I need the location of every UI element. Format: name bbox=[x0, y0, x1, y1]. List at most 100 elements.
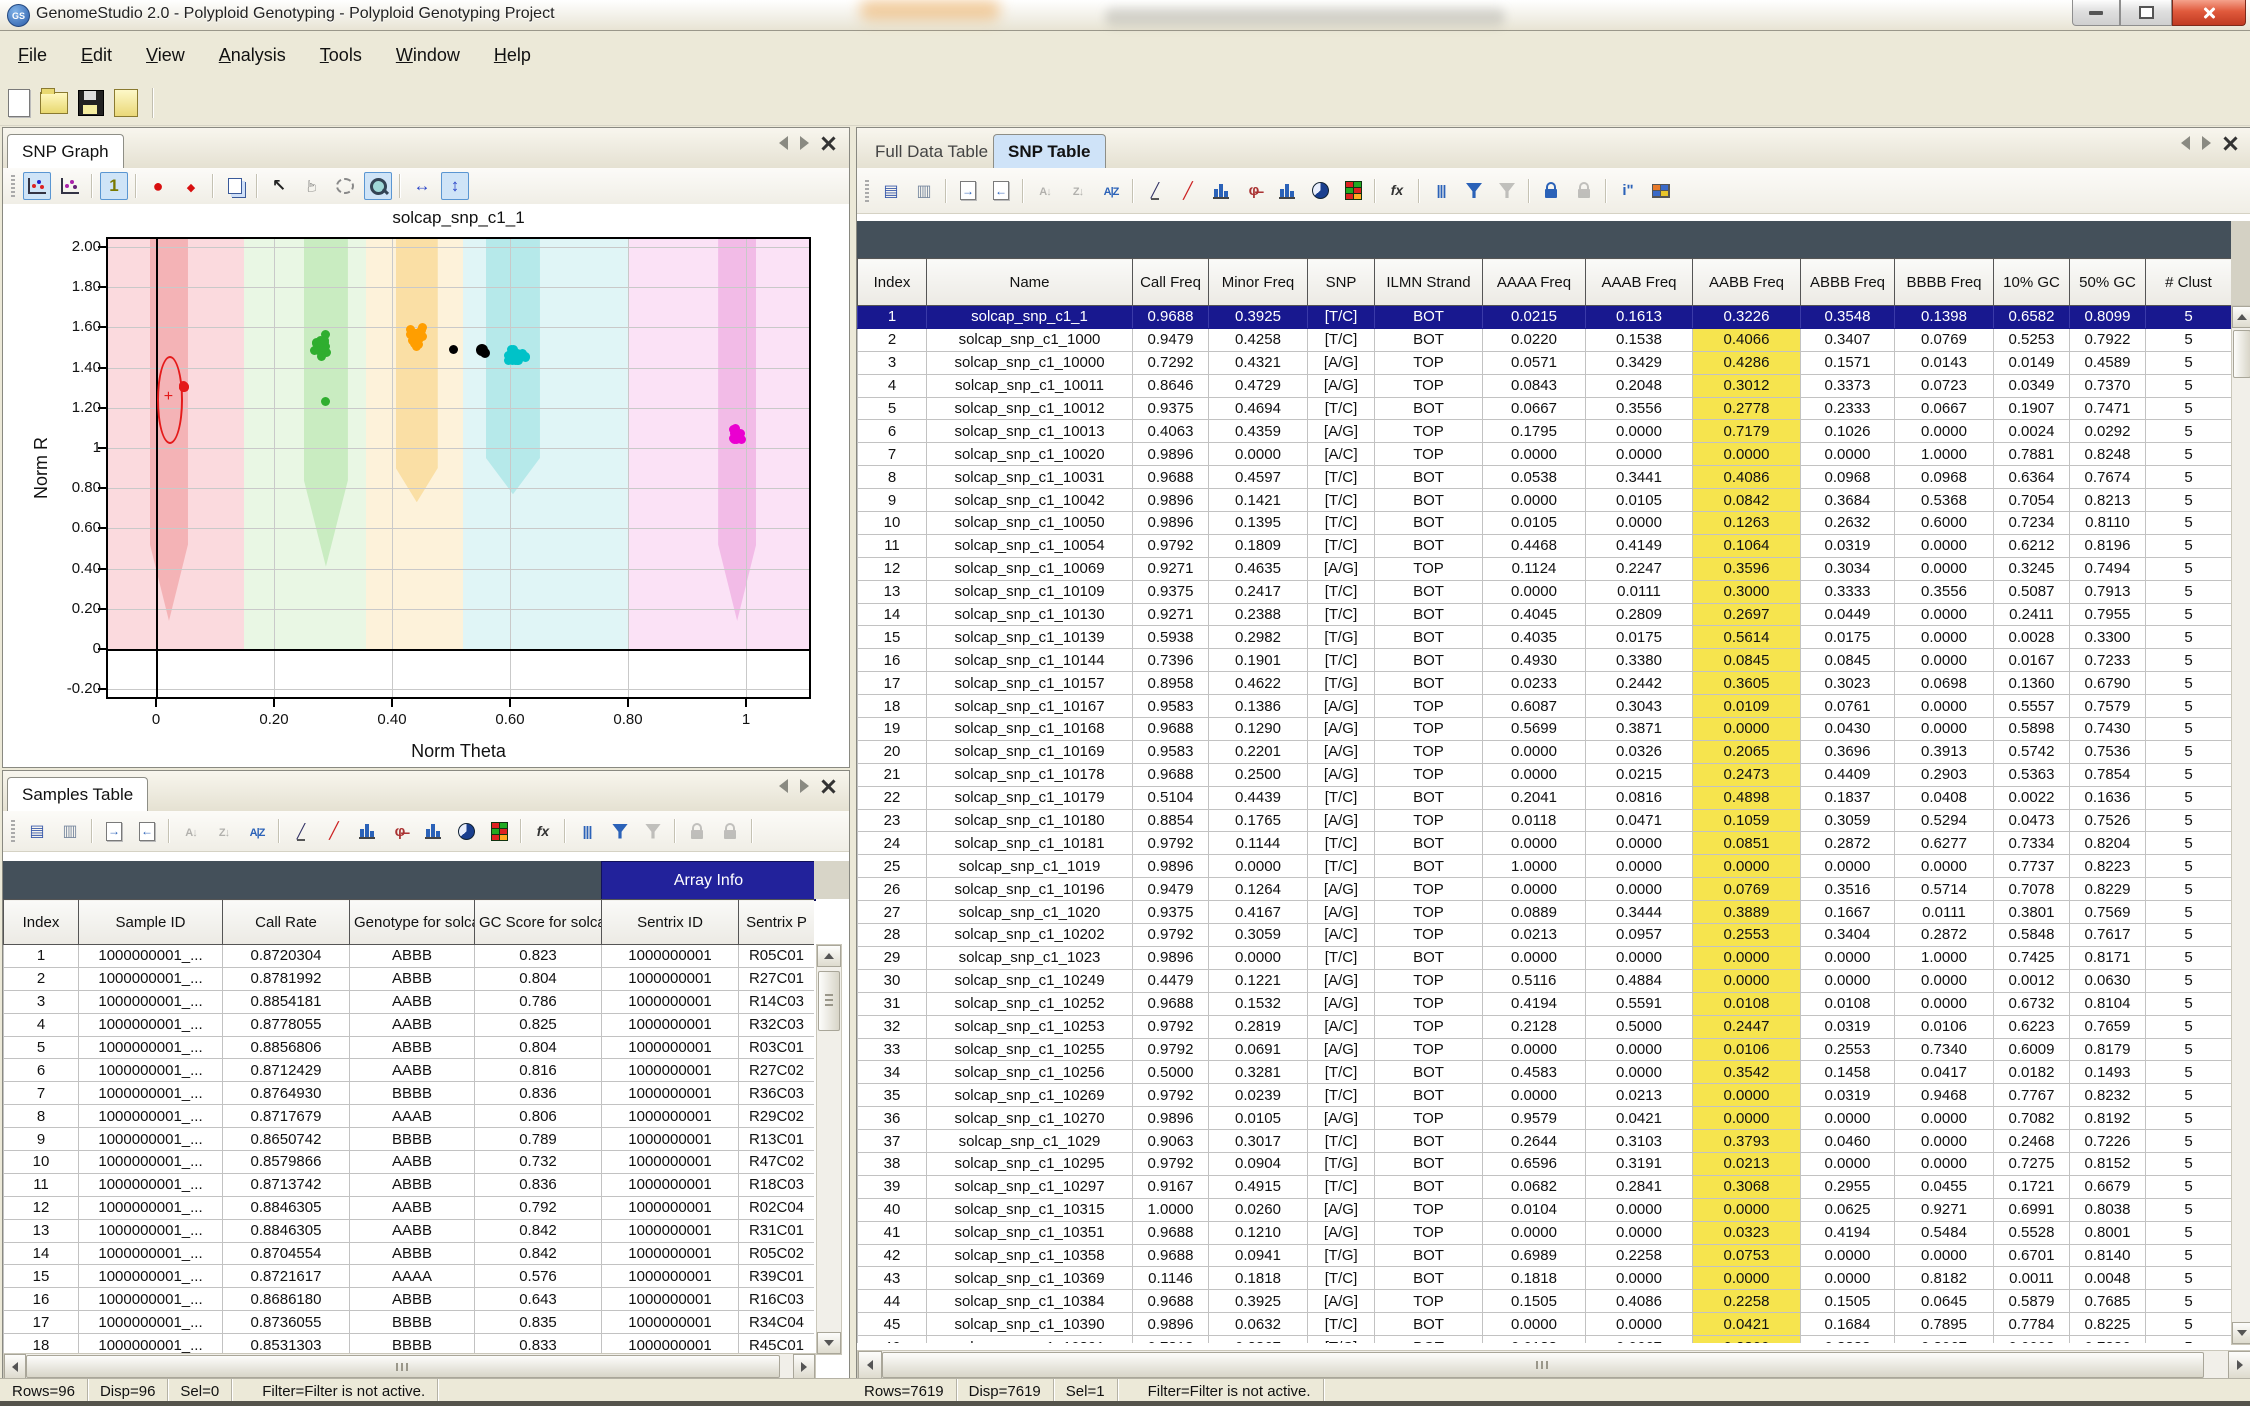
table-row[interactable]: 7 1000000001_... 0.8764930 BBBB 0.836 1000000… bbox=[3, 1081, 814, 1106]
table-row[interactable]: 10 1000000001_... 0.8579866 AABB 0.732 100000… bbox=[3, 1150, 814, 1174]
scroll-left-icon[interactable] bbox=[858, 1351, 882, 1379]
scroll-thumb[interactable] bbox=[2233, 330, 2250, 378]
zoom-magnifier-icon[interactable] bbox=[364, 172, 392, 200]
data-point-unclassified[interactable] bbox=[480, 347, 491, 358]
scroll-down-icon[interactable] bbox=[2232, 1322, 2250, 1344]
function-fx-icon[interactable]: fx bbox=[529, 817, 557, 845]
snp-graph-chart[interactable]: solcap_snp_c1_1 Norm R Norm Theta 2.00 1.80 1… bbox=[3, 204, 849, 767]
table-row[interactable]: 22 solcap_snp_c1_10179 0.5104 0.4439 [T/C] BO… bbox=[857, 785, 2231, 810]
table-row[interactable]: 44 solcap_snp_c1_10384 0.9688 0.3925 [A/G] TO… bbox=[857, 1289, 2231, 1314]
table-row[interactable]: 31 solcap_snp_c1_10252 0.9688 0.1532 [A/G] TO… bbox=[857, 991, 2231, 1016]
save-icon[interactable] bbox=[78, 89, 104, 116]
table-row[interactable]: 23 solcap_snp_c1_10180 0.8854 0.1765 [A/G] TO… bbox=[857, 808, 2231, 833]
table-row[interactable]: 30 solcap_snp_c1_10249 0.4479 0.1221 [A/G] TO… bbox=[857, 968, 2231, 993]
menu-edit[interactable]: Edit bbox=[81, 45, 112, 66]
column-header--clust[interactable]: # Clust bbox=[2145, 258, 2231, 306]
column-header-sentrix-p[interactable]: Sentrix P bbox=[738, 899, 814, 945]
nav-prev-icon[interactable] bbox=[779, 136, 788, 150]
column-header-ilmn-strand[interactable]: ILMN Strand bbox=[1374, 258, 1483, 306]
table-row[interactable]: 11 1000000001_... 0.8713742 ABBB 0.836 100000… bbox=[3, 1172, 814, 1197]
scroll-right-icon[interactable] bbox=[2228, 1351, 2250, 1379]
samples-vscrollbar[interactable] bbox=[816, 944, 842, 1355]
open-project-icon[interactable] bbox=[114, 88, 138, 117]
table-row[interactable]: 24 solcap_snp_c1_10181 0.9792 0.1144 [T/C] BO… bbox=[857, 831, 2231, 856]
import-icon[interactable]: ← bbox=[987, 177, 1015, 205]
column-header-name[interactable]: Name bbox=[926, 258, 1133, 306]
column-header-bbbb-freq[interactable]: BBBB Freq bbox=[1894, 258, 1994, 306]
data-point-BBBB[interactable] bbox=[730, 423, 740, 433]
histogram-icon[interactable] bbox=[419, 817, 447, 845]
sort-az-icon[interactable]: A|Z bbox=[1097, 177, 1125, 205]
column-header-genotype-for-solcap-snp-c1[interactable]: Genotype for solcap_snp_c1 bbox=[349, 899, 475, 945]
menu-help[interactable]: Help bbox=[494, 45, 531, 66]
scroll-up-icon[interactable] bbox=[817, 945, 841, 967]
column-header-snp[interactable]: SNP bbox=[1307, 258, 1375, 306]
table-row[interactable]: 25 solcap_snp_c1_1019 0.9896 0.0000 [T/C] BOT… bbox=[857, 854, 2231, 879]
edit-mode-icon[interactable]: ▤ bbox=[877, 177, 905, 205]
filter-icon[interactable] bbox=[1460, 177, 1488, 205]
nav-next-icon[interactable] bbox=[800, 136, 809, 150]
scroll-thumb[interactable] bbox=[882, 1352, 2204, 1378]
snp-vscrollbar[interactable] bbox=[2231, 305, 2250, 1345]
box-plot-icon[interactable]: φ̶ bbox=[386, 817, 414, 845]
tab-snp-graph[interactable]: SNP Graph bbox=[7, 134, 124, 168]
table-row[interactable]: 26 solcap_snp_c1_10196 0.9479 0.1264 [A/G] TO… bbox=[857, 877, 2231, 902]
panel-close-icon[interactable] bbox=[2223, 136, 2237, 150]
panel-close-icon[interactable] bbox=[821, 136, 835, 150]
column-chooser-icon[interactable]: ||| bbox=[1427, 177, 1455, 205]
snp-hscrollbar[interactable] bbox=[857, 1350, 2250, 1380]
bar-chart-icon[interactable] bbox=[353, 817, 381, 845]
table-row[interactable]: 41 solcap_snp_c1_10351 0.9688 0.1210 [A/G] TO… bbox=[857, 1220, 2231, 1245]
table-row[interactable]: 13 solcap_snp_c1_10109 0.9375 0.2417 [T/C] BO… bbox=[857, 579, 2231, 604]
table-row[interactable]: 36 solcap_snp_c1_10270 0.9896 0.0105 [A/G] TO… bbox=[857, 1106, 2231, 1131]
copy-icon[interactable] bbox=[221, 172, 249, 200]
scatter-pen-icon[interactable]: ╱ bbox=[320, 817, 348, 845]
fit-y-icon[interactable]: ↕ bbox=[441, 172, 469, 200]
table-row[interactable]: 4 solcap_snp_c1_10011 0.8646 0.4729 [A/G] TOP… bbox=[857, 373, 2231, 398]
tab-snp-table[interactable]: SNP Table bbox=[993, 134, 1106, 168]
minimize-button[interactable] bbox=[2072, 0, 2120, 26]
nav-prev-icon[interactable] bbox=[779, 779, 788, 793]
column-header-index[interactable]: Index bbox=[3, 899, 79, 945]
single-plot-1-icon[interactable]: 1 bbox=[100, 172, 128, 200]
table-row[interactable]: 45 solcap_snp_c1_10390 0.9896 0.0632 [T/C] BO… bbox=[857, 1312, 2231, 1337]
table-row[interactable]: 10 solcap_snp_c1_10050 0.9896 0.1395 [T/C] BO… bbox=[857, 511, 2231, 535]
table-row[interactable]: 2 1000000001_... 0.8781992 ABBB 0.804 1000000… bbox=[3, 966, 814, 991]
table-row[interactable]: 32 solcap_snp_c1_10253 0.9792 0.2819 [A/C] TO… bbox=[857, 1014, 2231, 1039]
data-point-AAAA[interactable] bbox=[179, 383, 189, 392]
table-row[interactable]: 12 solcap_snp_c1_10069 0.9271 0.4635 [A/G] TO… bbox=[857, 556, 2231, 581]
small-point-icon[interactable]: ◆ bbox=[177, 172, 205, 200]
table-row[interactable]: 37 solcap_snp_c1_1029 0.9063 0.3017 [T/C] BOT… bbox=[857, 1129, 2231, 1153]
heatmap-icon[interactable] bbox=[485, 817, 513, 845]
column-header-sample-id[interactable]: Sample ID bbox=[78, 899, 223, 945]
table-row[interactable]: 19 solcap_snp_c1_10168 0.9688 0.1290 [A/G] TO… bbox=[857, 717, 2231, 741]
column-header-call-rate[interactable]: Call Rate bbox=[222, 899, 350, 945]
table-row[interactable]: 14 1000000001_... 0.8704554 ABBB 0.842 100000… bbox=[3, 1241, 814, 1266]
scroll-up-icon[interactable] bbox=[2232, 306, 2250, 328]
sort-asc-icon[interactable]: A↓ bbox=[177, 817, 205, 845]
line-plot-icon[interactable]: ╱ bbox=[287, 817, 315, 845]
table-row[interactable]: 39 solcap_snp_c1_10297 0.9167 0.4915 [T/C] BO… bbox=[857, 1174, 2231, 1199]
close-button[interactable] bbox=[2172, 0, 2246, 26]
table-row[interactable]: 7 solcap_snp_c1_10020 0.9896 0.0000 [A/C] TOP… bbox=[857, 442, 2231, 467]
scatter-plot-icon[interactable] bbox=[23, 172, 51, 200]
unlock-icon[interactable] bbox=[1570, 177, 1598, 205]
table-row[interactable]: 4 1000000001_... 0.8778055 AABB 0.825 1000000… bbox=[3, 1012, 814, 1037]
sort-asc-icon[interactable]: A↓ bbox=[1031, 177, 1059, 205]
pie-chart-icon[interactable] bbox=[452, 817, 480, 845]
nav-next-icon[interactable] bbox=[2202, 136, 2211, 150]
table-row[interactable]: 3 1000000001_... 0.8854181 AABB 0.786 1000000… bbox=[3, 989, 814, 1014]
column-chooser-icon[interactable]: ||| bbox=[573, 817, 601, 845]
scatter-plot-alt-icon[interactable] bbox=[56, 172, 84, 200]
tab-full-data-table[interactable]: Full Data Table bbox=[861, 135, 1002, 168]
column-header-call-freq[interactable]: Call Freq bbox=[1132, 258, 1209, 306]
table-row[interactable]: 34 solcap_snp_c1_10256 0.5000 0.3281 [T/C] BO… bbox=[857, 1060, 2231, 1085]
lock-icon[interactable] bbox=[1537, 177, 1565, 205]
column-header-gc-score-for-solcap-snp-c1[interactable]: GC Score for solcap_snp_c1 bbox=[474, 899, 602, 945]
scroll-down-icon[interactable] bbox=[817, 1332, 841, 1354]
lasso-select-icon[interactable] bbox=[331, 172, 359, 200]
data-point-AAAB[interactable] bbox=[319, 335, 329, 345]
line-plot-icon[interactable]: ╱ bbox=[1141, 177, 1169, 205]
column-header-10-gc[interactable]: 10% GC bbox=[1993, 258, 2070, 306]
table-row[interactable]: 9 solcap_snp_c1_10042 0.9896 0.1421 [T/C] BOT… bbox=[857, 488, 2231, 513]
